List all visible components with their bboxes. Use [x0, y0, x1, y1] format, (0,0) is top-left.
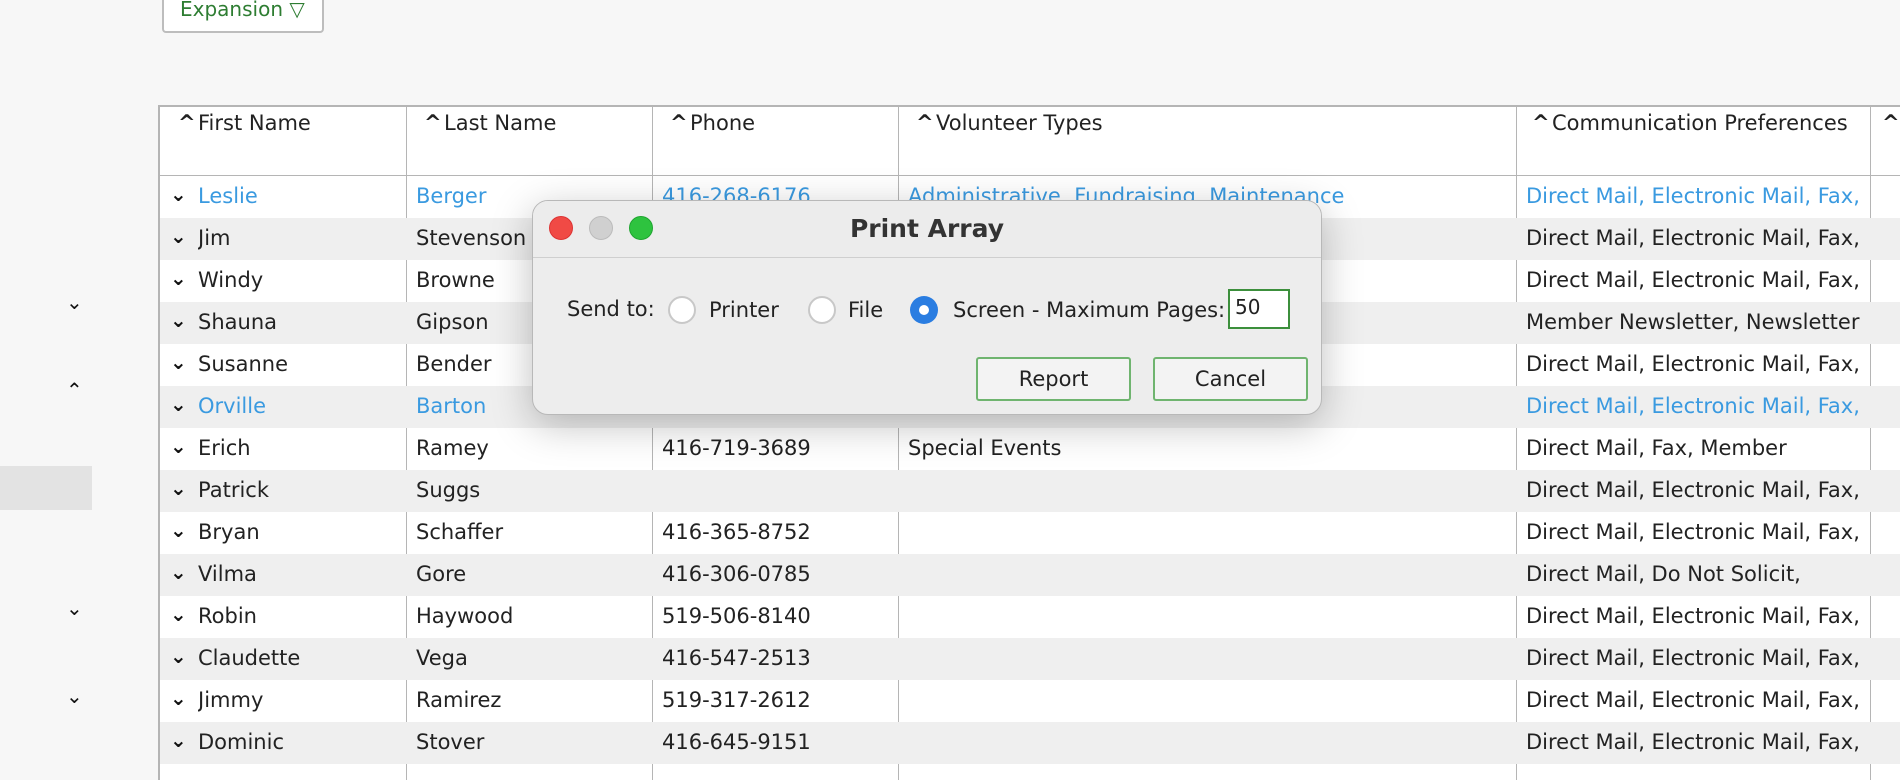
sort-caret-icon: ^	[1882, 111, 1900, 135]
expand-row-chevron-icon[interactable]: ⌄	[170, 602, 187, 626]
expansion-button[interactable]: Expansion ▽	[162, 0, 324, 33]
expand-row-chevron-icon[interactable]: ⌄	[170, 224, 187, 248]
cell-volunteer-types: Special Events	[908, 436, 1062, 460]
cell-first-name: Robin	[198, 604, 257, 628]
dialog-title: Print Array	[849, 214, 1005, 243]
send-to-label: Send to:	[567, 297, 655, 321]
cell-first-name: Bryan	[198, 520, 260, 544]
cell-first-name: Dominic	[198, 730, 284, 754]
sidebar-selected-row[interactable]	[0, 466, 92, 510]
sort-caret-icon: ^	[670, 111, 688, 135]
cell-first-name: Jimmy	[198, 688, 264, 712]
cell-communication-preferences: Direct Mail, Electronic Mail, Fax,	[1526, 646, 1860, 670]
table-row[interactable]: ⌄ Claudette Vega 416-547-2513 Direct Mail, E…	[160, 638, 1900, 680]
column-header-first-name[interactable]: ^ First Name	[178, 111, 311, 135]
expand-row-chevron-icon[interactable]: ⌄	[170, 728, 187, 752]
expand-row-chevron-icon[interactable]: ⌄	[170, 518, 187, 542]
cell-first-name: Shauna	[198, 310, 277, 334]
cell-first-name: Windy	[198, 268, 264, 292]
cell-communication-preferences: Direct Mail, Electronic Mail, Fax,	[1526, 268, 1860, 292]
chevron-down-icon[interactable]: ⌄	[66, 290, 83, 314]
table-row[interactable]: ⌄ Erich Ramey 416-719-3689 Special Events Dir…	[160, 428, 1900, 470]
cell-communication-preferences: Direct Mail, Electronic Mail, Fax,	[1526, 352, 1860, 376]
sort-caret-icon: ^	[424, 111, 442, 135]
cell-first-name: Erich	[198, 436, 251, 460]
cell-communication-preferences: Direct Mail, Electronic Mail, Fax,	[1526, 688, 1860, 712]
cell-last-name: Vega	[416, 646, 468, 670]
printer-radio[interactable]	[668, 296, 696, 324]
cell-first-name: Claudette	[198, 646, 301, 670]
cell-communication-preferences: Direct Mail, Fax, Member	[1526, 436, 1787, 460]
cell-first-name: Patrick	[198, 478, 269, 502]
table-row[interactable]: ⌄ Robin Haywood 519-506-8140 Direct Mail, El…	[160, 596, 1900, 638]
cell-last-name: Ramey	[416, 436, 489, 460]
expand-row-chevron-icon[interactable]: ⌄	[170, 350, 187, 374]
cell-communication-preferences: Direct Mail, Do Not Solicit,	[1526, 562, 1801, 586]
column-header-communication-preferences[interactable]: ^ Communication Preferences	[1532, 111, 1848, 135]
chevron-up-icon[interactable]: ⌃	[66, 378, 83, 402]
cell-last-name: Schaffer	[416, 520, 504, 544]
sort-caret-icon: ^	[178, 111, 196, 135]
cell-communication-preferences: Direct Mail, Electronic Mail, Fax,	[1526, 226, 1860, 250]
expand-row-chevron-icon[interactable]: ⌄	[170, 644, 187, 668]
dialog-titlebar: Print Array	[533, 201, 1321, 258]
cell-communication-preferences: Direct Mail, Electronic Mail, Fax,	[1526, 478, 1860, 502]
expand-row-chevron-icon[interactable]: ⌄	[170, 476, 187, 500]
expand-row-chevron-icon[interactable]: ⌄	[170, 560, 187, 584]
column-header-next[interactable]: ^	[1882, 111, 1900, 135]
printer-label[interactable]: Printer	[709, 298, 779, 322]
table-row[interactable]: ⌄ Jimmy Ramirez 519-317-2612 Direct Mail, El…	[160, 680, 1900, 722]
sort-caret-icon: ^	[1532, 111, 1550, 135]
cell-communication-preferences: Member Newsletter, Newsletter	[1526, 310, 1860, 334]
table-row[interactable]: ⌄ Patrick Suggs Direct Mail, Electronic Mai…	[160, 470, 1900, 512]
column-header-phone[interactable]: ^ Phone	[670, 111, 755, 135]
cell-last-name: Gore	[416, 562, 467, 586]
table-row[interactable]: ⌄ Dominic Stover 416-645-9151 Direct Mail, E…	[160, 722, 1900, 764]
file-radio[interactable]	[808, 296, 836, 324]
expand-row-chevron-icon[interactable]: ⌄	[170, 686, 187, 710]
cell-first-name: Orville	[198, 394, 267, 418]
cell-phone: 416-306-0785	[662, 562, 811, 586]
cancel-button[interactable]: Cancel	[1153, 357, 1308, 401]
cell-communication-preferences: Direct Mail, Electronic Mail, Fax,	[1526, 520, 1860, 544]
cell-last-name: Haywood	[416, 604, 514, 628]
cell-last-name: Stover	[416, 730, 485, 754]
report-button[interactable]: Report	[976, 357, 1131, 401]
expansion-label: Expansion ▽	[180, 0, 305, 21]
table-row[interactable]: ⌄ Vilma Gore 416-306-0785 Direct Mail, Do No…	[160, 554, 1900, 596]
cell-first-name: Leslie	[198, 184, 258, 208]
cell-phone: 519-317-2612	[662, 688, 811, 712]
cell-last-name: Ramirez	[416, 688, 502, 712]
sort-caret-icon: ^	[916, 111, 934, 135]
cell-first-name: Jim	[198, 226, 231, 250]
file-label[interactable]: File	[848, 298, 883, 322]
print-array-dialog: Print Array Send to: Printer File Screen…	[532, 200, 1322, 415]
expand-row-chevron-icon[interactable]: ⌄	[170, 434, 187, 458]
cell-communication-preferences: Direct Mail, Electronic Mail, Fax,	[1526, 604, 1860, 628]
cell-phone: 416-547-2513	[662, 646, 811, 670]
expand-row-chevron-icon[interactable]: ⌄	[170, 392, 187, 416]
table-row[interactable]: ⌄ Bryan Schaffer 416-365-8752 Direct Mail, E…	[160, 512, 1900, 554]
cell-communication-preferences: Direct Mail, Electronic Mail, Fax,	[1526, 394, 1860, 418]
max-pages-input[interactable]: 50	[1228, 289, 1290, 329]
cell-first-name: Vilma	[198, 562, 257, 586]
chevron-down-icon[interactable]: ⌄	[66, 684, 83, 708]
cell-first-name: Susanne	[198, 352, 288, 376]
cell-communication-preferences: Direct Mail, Electronic Mail, Fax,	[1526, 184, 1860, 208]
cell-phone: 416-645-9151	[662, 730, 811, 754]
expand-row-chevron-icon[interactable]: ⌄	[170, 308, 187, 332]
screen-radio[interactable]	[910, 296, 938, 324]
cell-communication-preferences: Direct Mail, Electronic Mail, Fax,	[1526, 730, 1860, 754]
cell-phone: 416-719-3689	[662, 436, 811, 460]
chevron-down-icon[interactable]: ⌄	[66, 596, 83, 620]
screen-label[interactable]: Screen - Maximum Pages:	[953, 298, 1225, 322]
cell-phone: 519-506-8140	[662, 604, 811, 628]
cell-phone: 416-365-8752	[662, 520, 811, 544]
column-header-last-name[interactable]: ^ Last Name	[424, 111, 556, 135]
column-header-volunteer-types[interactable]: ^ Volunteer Types	[916, 111, 1103, 135]
cell-last-name: Suggs	[416, 478, 481, 502]
expand-row-chevron-icon[interactable]: ⌄	[170, 266, 187, 290]
expand-row-chevron-icon[interactable]: ⌄	[170, 182, 187, 206]
